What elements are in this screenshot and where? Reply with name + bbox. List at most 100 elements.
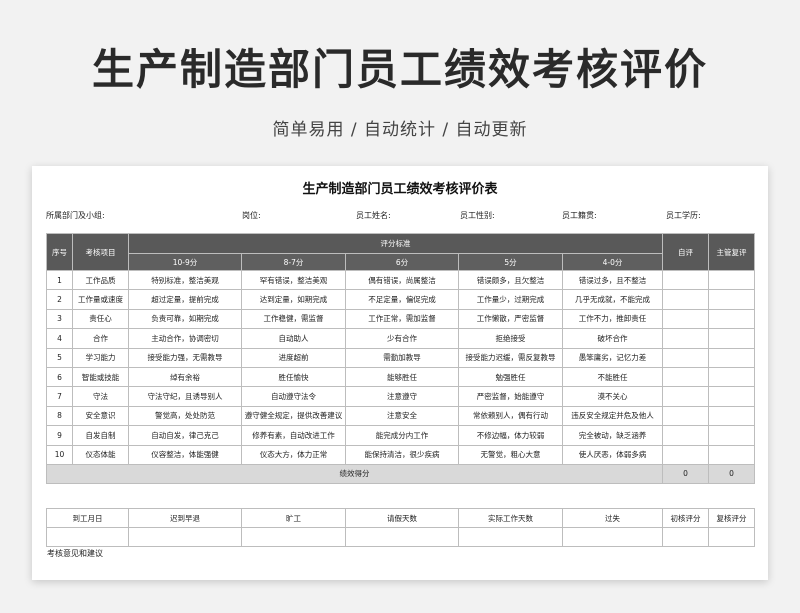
attendance-header: 实际工作天数	[458, 508, 563, 528]
criteria-cell: 绰有余裕	[128, 366, 242, 388]
self-score-cell[interactable]	[662, 386, 710, 407]
row-item: 仪态体能	[72, 444, 129, 465]
header-band: 4-0分	[561, 253, 664, 271]
criteria-cell: 接受能力迟缓，需反复教导	[458, 347, 563, 368]
total-label: 绩效得分	[45, 463, 664, 484]
sheet-title: 生产制造部门员工绩效考核评价表	[302, 182, 498, 197]
manager-score-cell[interactable]	[708, 269, 756, 291]
criteria-cell: 自动遵守法令	[241, 386, 346, 407]
row-item: 自发自制	[72, 425, 129, 446]
criteria-cell: 不修边幅，体力较弱	[458, 425, 563, 446]
attendance-entry-cell[interactable]	[562, 527, 663, 547]
comment-label: 考核意见和建议	[47, 549, 103, 558]
manager-score-cell[interactable]	[708, 366, 756, 388]
self-score-cell[interactable]	[662, 444, 710, 465]
header-manager: 主管复评	[708, 233, 756, 271]
criteria-cell: 违反安全规定并危及他人	[561, 405, 664, 427]
self-score-cell[interactable]	[662, 289, 710, 310]
criteria-cell: 工作正常，需加监督	[345, 308, 459, 330]
self-score-cell[interactable]	[662, 366, 710, 388]
criteria-cell: 仪容整洁，体能强健	[128, 444, 242, 465]
self-score-cell[interactable]	[662, 347, 710, 368]
criteria-cell: 罕有错误，整洁美观	[241, 269, 346, 291]
attendance-header: 旷工	[241, 508, 346, 528]
total-row: 绩效得分 0 0	[45, 463, 756, 484]
criteria-cell: 漠不关心	[561, 386, 664, 407]
row-item: 安全意识	[72, 405, 129, 427]
manager-score-cell[interactable]	[708, 425, 756, 446]
criteria-cell: 能够胜任	[345, 366, 459, 388]
manager-score-cell[interactable]	[708, 347, 756, 368]
hero-subtitle: 简单易用 / 自动统计 / 自动更新	[272, 120, 528, 140]
manager-score-cell[interactable]	[708, 328, 756, 349]
position-label: 岗位:	[242, 211, 261, 220]
criteria-cell: 常依赖别人，偶有行动	[458, 405, 563, 427]
row-item: 学习能力	[72, 347, 129, 368]
criteria-cell: 几乎无成就，不能完成	[561, 289, 664, 310]
criteria-cell: 守法守纪，且诱导别人	[128, 386, 242, 407]
self-score-cell[interactable]	[662, 425, 710, 446]
criteria-cell: 少有合作	[345, 328, 459, 349]
criteria-cell: 注意遵守	[345, 386, 459, 407]
row-index: 1	[46, 269, 73, 291]
attendance-header: 到工月日	[46, 508, 129, 528]
self-score-cell[interactable]	[662, 308, 710, 330]
table-row: 6 智能或技能 绰有余裕 胜任愉快 能够胜任 勉强胜任 不能胜任	[46, 366, 756, 388]
criteria-cell: 严密监督，始能遵守	[458, 386, 563, 407]
attendance-header: 迟到早退	[128, 508, 242, 528]
manager-score-cell[interactable]	[708, 405, 756, 427]
attendance-entry-cell[interactable]	[662, 527, 709, 547]
row-index: 5	[46, 347, 73, 368]
row-index: 2	[46, 289, 73, 310]
criteria-cell: 警觉高，处处防范	[128, 405, 242, 427]
row-item: 合作	[72, 328, 129, 349]
attendance-header: 请假天数	[345, 508, 459, 528]
criteria-cell: 错误颇多，且欠整洁	[458, 269, 563, 291]
attendance-header: 过失	[562, 508, 663, 528]
attendance-entry-cell[interactable]	[345, 527, 459, 547]
criteria-cell: 修养有素，自动改进工作	[241, 425, 346, 446]
dept-label: 所属部门及小组:	[46, 211, 105, 220]
attendance-entry-cell[interactable]	[458, 527, 563, 547]
name-label: 员工姓名:	[356, 211, 391, 220]
total-manager: 0	[708, 463, 756, 484]
attendance-entry-cell[interactable]	[708, 527, 755, 547]
manager-score-cell[interactable]	[708, 289, 756, 310]
attendance-entry-cell[interactable]	[241, 527, 346, 547]
criteria-cell: 不能胜任	[561, 366, 664, 388]
manager-score-cell[interactable]	[708, 386, 756, 407]
employee-info-row: 所属部门及小组: 岗位: 员工姓名: 员工性别: 员工籍贯: 员工学历:	[46, 210, 758, 224]
criteria-cell: 接受能力强，无需教导	[128, 347, 242, 368]
self-score-cell[interactable]	[662, 269, 710, 291]
self-score-cell[interactable]	[662, 328, 710, 349]
criteria-cell: 仪态大方，体力正常	[241, 444, 346, 465]
table-row: 7 守法 守法守纪，且诱导别人 自动遵守法令 注意遵守 严密监督，始能遵守 漠不关心	[46, 386, 756, 407]
manager-score-cell[interactable]	[708, 308, 756, 330]
table-row: 4 合作 主动合作，协调密切 自动助人 少有合作 拒绝接受 破坏合作	[46, 328, 756, 349]
criteria-cell: 勉强胜任	[458, 366, 563, 388]
table-row: 8 安全意识 警觉高，处处防范 遵守健全规定，提供改善建议 注意安全 常依赖别人，偶有行动…	[46, 405, 756, 427]
criteria-cell: 主动合作，协调密切	[128, 328, 242, 349]
criteria-cell: 工作量少，过期完成	[458, 289, 563, 310]
attendance-entry-row	[46, 527, 755, 547]
origin-label: 员工籍贯:	[562, 211, 597, 220]
header-band: 8-7分	[241, 253, 346, 271]
row-item: 工作量或速度	[72, 289, 129, 310]
criteria-cell: 工作稳健，需监督	[241, 308, 346, 330]
row-item: 智能或技能	[72, 366, 129, 388]
attendance-header: 复核评分	[708, 508, 755, 528]
attendance-entry-cell[interactable]	[46, 527, 129, 547]
table-row: 5 学习能力 接受能力强，无需教导 进度超前 需勤加教导 接受能力迟缓，需反复教导 愚笨庸劣…	[46, 347, 756, 368]
manager-score-cell[interactable]	[708, 444, 756, 465]
self-score-cell[interactable]	[662, 405, 710, 427]
row-item: 工作品质	[72, 269, 129, 291]
header-standard: 评分标准	[127, 233, 664, 254]
header-band: 10-9分	[128, 253, 242, 271]
table-row: 9 自发自制 自动自发，律己克己 修养有素，自动改进工作 能完成分内工作 不修边幅，体力较…	[46, 425, 756, 446]
attendance-header-row: 到工月日 迟到早退 旷工 请假天数 实际工作天数 过失 初核评分 复核评分	[46, 508, 755, 528]
criteria-cell: 破坏合作	[561, 328, 664, 349]
header-index: 序号	[46, 233, 73, 271]
row-index: 4	[46, 328, 73, 349]
attendance-entry-cell[interactable]	[128, 527, 242, 547]
evaluation-table: 序号 考核项目 评分标准 自评 主管复评 10-9分 8-7分 6分 5分 4-…	[45, 233, 756, 484]
